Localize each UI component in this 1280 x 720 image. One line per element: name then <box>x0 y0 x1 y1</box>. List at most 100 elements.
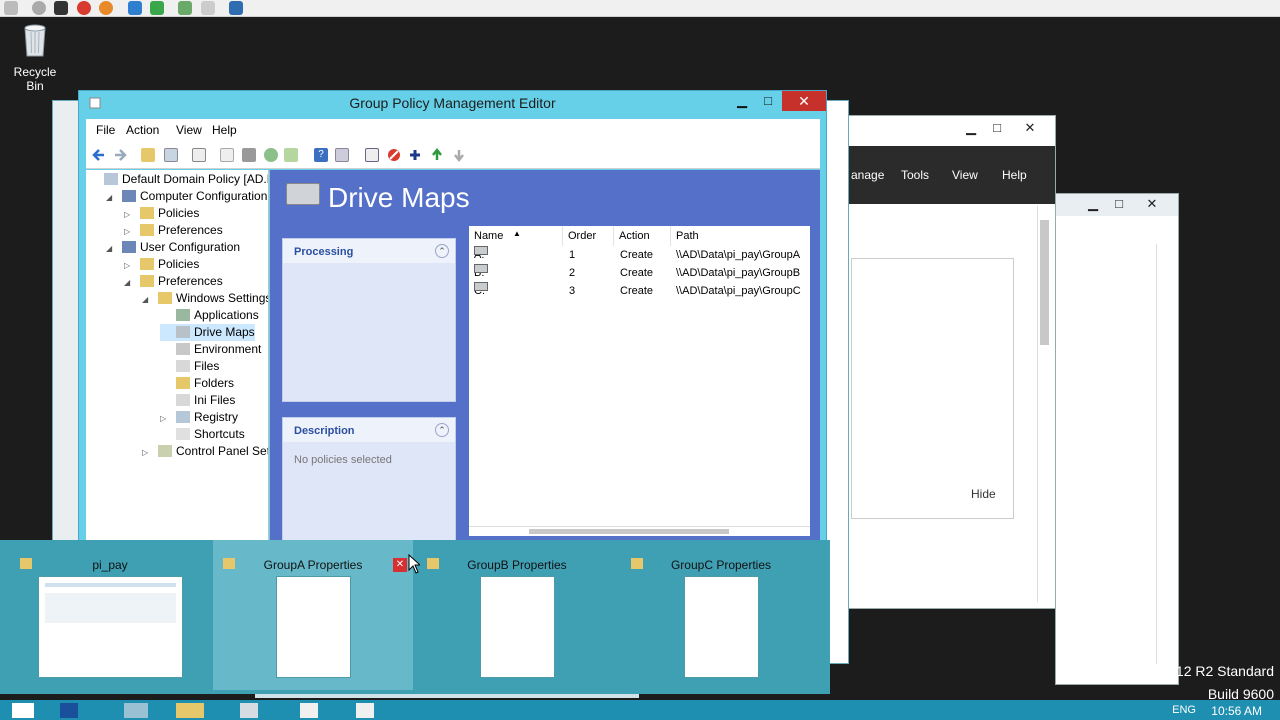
show-hide-tree-icon[interactable] <box>164 148 178 162</box>
start-icon[interactable] <box>12 703 34 718</box>
vm-ctrl-icon[interactable] <box>4 1 18 15</box>
expander-icon[interactable]: ◢ <box>142 291 152 308</box>
forward-arrow-icon[interactable] <box>113 148 127 162</box>
thumbnail-groupc-properties[interactable]: GroupC Properties <box>621 540 821 690</box>
list-item[interactable]: B: 2 Create \\AD\Data\pi_pay\GroupB <box>469 264 810 282</box>
tree-node[interactable]: Drive Maps <box>160 324 255 341</box>
column-header-action[interactable]: Action <box>614 226 671 246</box>
maximize-icon[interactable]: □ <box>755 93 781 111</box>
menu-help[interactable]: Help <box>212 123 237 137</box>
list-item[interactable]: A: 1 Create \\AD\Data\pi_pay\GroupA <box>469 246 810 264</box>
app-taskbar-icon[interactable] <box>356 703 374 718</box>
minimize-icon[interactable]: ▁ <box>1082 196 1104 212</box>
properties-icon[interactable] <box>335 148 349 162</box>
menu-manage[interactable]: anage <box>851 168 884 182</box>
gpm-editor-window[interactable]: Group Policy Management Editor ▁ □ ✕ Fil… <box>78 90 827 557</box>
vm-checkpoint-icon[interactable] <box>178 1 192 15</box>
file-explorer-icon[interactable] <box>176 703 204 718</box>
expander-icon[interactable]: ▷ <box>124 223 134 240</box>
export-icon[interactable] <box>284 148 298 162</box>
expander-icon[interactable]: ◢ <box>124 274 134 291</box>
column-header-name[interactable]: Name ▲ <box>469 226 563 246</box>
tree-node[interactable]: Shortcuts <box>160 426 245 443</box>
vm-turnoff-icon[interactable] <box>54 1 68 15</box>
input-language[interactable]: ENG <box>1172 704 1196 716</box>
minimize-icon[interactable]: ▁ <box>960 120 982 136</box>
expander-icon[interactable]: ◢ <box>106 240 116 257</box>
scrollbar[interactable] <box>1037 206 1051 602</box>
thumbnail-groupb-properties[interactable]: GroupB Properties <box>417 540 617 690</box>
vm-pause-icon[interactable] <box>128 1 142 15</box>
close-icon[interactable]: ✕ <box>782 91 826 111</box>
menu-view[interactable]: View <box>176 123 202 137</box>
vm-shutdown-icon[interactable] <box>77 1 91 15</box>
close-icon[interactable]: ✕ <box>1141 196 1163 212</box>
tree-node[interactable]: ▷ Control Panel Setting <box>142 443 268 461</box>
thumbnail-pi-pay[interactable]: pi_pay <box>10 540 210 690</box>
collapse-chevron-icon[interactable]: ⌃ <box>435 423 449 437</box>
tree-node[interactable]: ◢ Preferences <box>124 273 223 290</box>
app-taskbar-icon[interactable] <box>300 703 318 718</box>
print-icon[interactable] <box>242 148 256 162</box>
maximize-icon[interactable]: □ <box>1108 196 1130 211</box>
system-clock[interactable]: 10:56 AM <box>1211 704 1262 718</box>
list-item[interactable]: C: 3 Create \\AD\Data\pi_pay\GroupC <box>469 282 810 300</box>
thumbnail-scrollbar[interactable] <box>255 694 639 698</box>
vm-revert-icon[interactable] <box>201 1 215 15</box>
maximize-icon[interactable]: □ <box>986 120 1008 135</box>
app-taskbar-icon[interactable] <box>240 703 258 718</box>
column-header-path[interactable]: Path <box>671 226 810 246</box>
copy-icon[interactable] <box>192 148 206 162</box>
menu-help[interactable]: Help <box>1002 168 1027 182</box>
powershell-icon[interactable] <box>124 703 148 718</box>
column-header-order[interactable]: Order <box>563 226 614 246</box>
tree-node[interactable]: Ini Files <box>160 392 235 409</box>
paste-icon[interactable] <box>220 148 234 162</box>
thumbnail-groupa-properties[interactable]: GroupA Properties ✕ <box>213 540 413 690</box>
tree-node[interactable]: Files <box>160 358 219 375</box>
tree-node[interactable]: ▷ Policies <box>124 205 199 222</box>
add-icon[interactable] <box>408 148 422 162</box>
horizontal-scrollbar[interactable] <box>469 526 810 536</box>
help-icon[interactable]: ? <box>314 148 328 162</box>
stop-icon[interactable] <box>387 148 401 162</box>
back-arrow-icon[interactable] <box>92 148 106 162</box>
move-up-icon[interactable] <box>430 148 444 162</box>
tree-node[interactable]: ◢ Windows Settings <box>142 290 268 308</box>
menu-file[interactable]: File <box>96 123 115 137</box>
expander-icon[interactable]: ▷ <box>124 257 134 274</box>
tree-node[interactable]: ◢ Computer Configuration <box>106 188 267 205</box>
server-manager-icon[interactable] <box>60 703 78 718</box>
tree-node[interactable]: Environment <box>160 341 261 358</box>
tree-node[interactable]: ▷ Registry <box>160 409 238 426</box>
up-folder-icon[interactable] <box>141 148 155 162</box>
expander-icon[interactable]: ◢ <box>106 189 116 206</box>
close-icon[interactable]: ✕ <box>393 558 407 572</box>
background-window-server-manager[interactable]: ▁ □ ✕ anage Tools View Help Hide <box>840 115 1056 609</box>
vm-save-icon[interactable] <box>99 1 113 15</box>
vm-resume-icon[interactable] <box>150 1 164 15</box>
menu-action[interactable]: Action <box>126 123 159 137</box>
hide-link[interactable]: Hide <box>971 487 996 501</box>
minimize-icon[interactable]: ▁ <box>729 93 755 111</box>
tree-node[interactable]: Folders <box>160 375 234 392</box>
tree-node[interactable]: Applications <box>160 307 259 324</box>
vm-stop-icon[interactable] <box>32 1 46 15</box>
search-icon[interactable] <box>365 148 379 162</box>
close-icon[interactable]: ✕ <box>1019 120 1041 136</box>
tree-node[interactable]: ▷ Policies <box>124 256 199 273</box>
expander-icon[interactable]: ▷ <box>160 410 170 427</box>
tree-node[interactable]: ▷ Preferences <box>124 222 223 239</box>
move-down-icon[interactable] <box>452 148 466 162</box>
menu-view[interactable]: View <box>952 168 978 182</box>
expander-icon[interactable]: ▷ <box>124 206 134 223</box>
refresh-icon[interactable] <box>264 148 278 162</box>
tree-node[interactable]: ◢ User Configuration <box>106 239 240 256</box>
expander-icon[interactable]: ▷ <box>142 444 152 461</box>
recycle-bin[interactable]: Recycle Bin <box>4 22 66 93</box>
menu-tools[interactable]: Tools <box>901 168 929 182</box>
collapse-chevron-icon[interactable]: ⌃ <box>435 244 449 258</box>
tree-node[interactable]: Default Domain Policy [AD.KG_ <box>88 171 268 188</box>
vm-enhanced-session-icon[interactable] <box>229 1 243 15</box>
background-window-far[interactable]: ▁ □ ✕ <box>1055 193 1179 685</box>
